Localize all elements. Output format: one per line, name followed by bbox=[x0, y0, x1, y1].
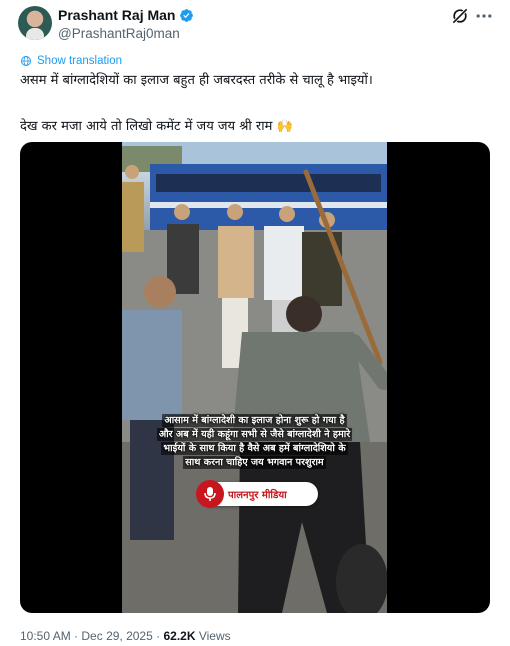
channel-name: पालनपुर मीडिया bbox=[228, 490, 287, 501]
show-translation-link[interactable]: Show translation bbox=[20, 55, 122, 67]
post-text-line-2: देख कर मजा आये तो लिखो कमेंट में जय जय श… bbox=[20, 119, 293, 134]
post-text-line-1: असम में बांग्लादेशियों का इलाज बहुत ही ज… bbox=[20, 73, 373, 88]
tweet-meta: 10:50 AM · Dec 29, 2025 · 62.2K Views bbox=[20, 629, 231, 643]
author-name[interactable]: Prashant Raj Man bbox=[58, 7, 175, 23]
caption-line-1: आसाम में बांग्लादेशी का इलाज होना शुरू ह… bbox=[162, 414, 347, 427]
post-date[interactable]: Dec 29, 2025 bbox=[81, 629, 152, 643]
views-label: Views bbox=[198, 629, 231, 643]
more-icon[interactable] bbox=[474, 6, 494, 26]
channel-watermark: पालनपुर मीडिया bbox=[196, 480, 318, 508]
microphone-icon bbox=[196, 480, 224, 508]
grok-icon[interactable] bbox=[450, 6, 470, 26]
video-scene bbox=[122, 142, 387, 613]
globe-icon bbox=[21, 56, 31, 66]
caption-line-3: भाईयों के साथ किया है वैसे अब हमें बांग्… bbox=[161, 442, 348, 455]
video-player[interactable]: आसाम में बांग्लादेशी का इलाज होना शुरू ह… bbox=[20, 142, 490, 613]
avatar[interactable] bbox=[18, 6, 52, 40]
views-count[interactable]: 62.2K bbox=[163, 629, 195, 643]
post-time[interactable]: 10:50 AM bbox=[20, 629, 71, 643]
meta-separator: · bbox=[74, 629, 79, 643]
video-frame[interactable]: आसाम में बांग्लादेशी का इलाज होना शुरू ह… bbox=[122, 142, 387, 613]
caption-line-4: साथ करना चाहिए जय भगवान परशुराम bbox=[183, 456, 326, 469]
video-caption-overlay: आसाम में बांग्लादेशी का इलाज होना शुरू ह… bbox=[122, 414, 387, 470]
tweet: Prashant Raj Man @PrashantRaj0man Show t… bbox=[0, 0, 510, 646]
meta-separator-2: · bbox=[156, 629, 161, 643]
author-handle[interactable]: @PrashantRaj0man bbox=[58, 26, 194, 41]
caption-line-2: और अब में यही कहूंगा सभी से जैसे बांग्ला… bbox=[156, 428, 353, 441]
name-row: Prashant Raj Man bbox=[58, 7, 194, 23]
author-block: Prashant Raj Man @PrashantRaj0man bbox=[58, 7, 194, 41]
verified-badge-icon bbox=[180, 8, 194, 22]
show-translation-label: Show translation bbox=[37, 55, 123, 67]
